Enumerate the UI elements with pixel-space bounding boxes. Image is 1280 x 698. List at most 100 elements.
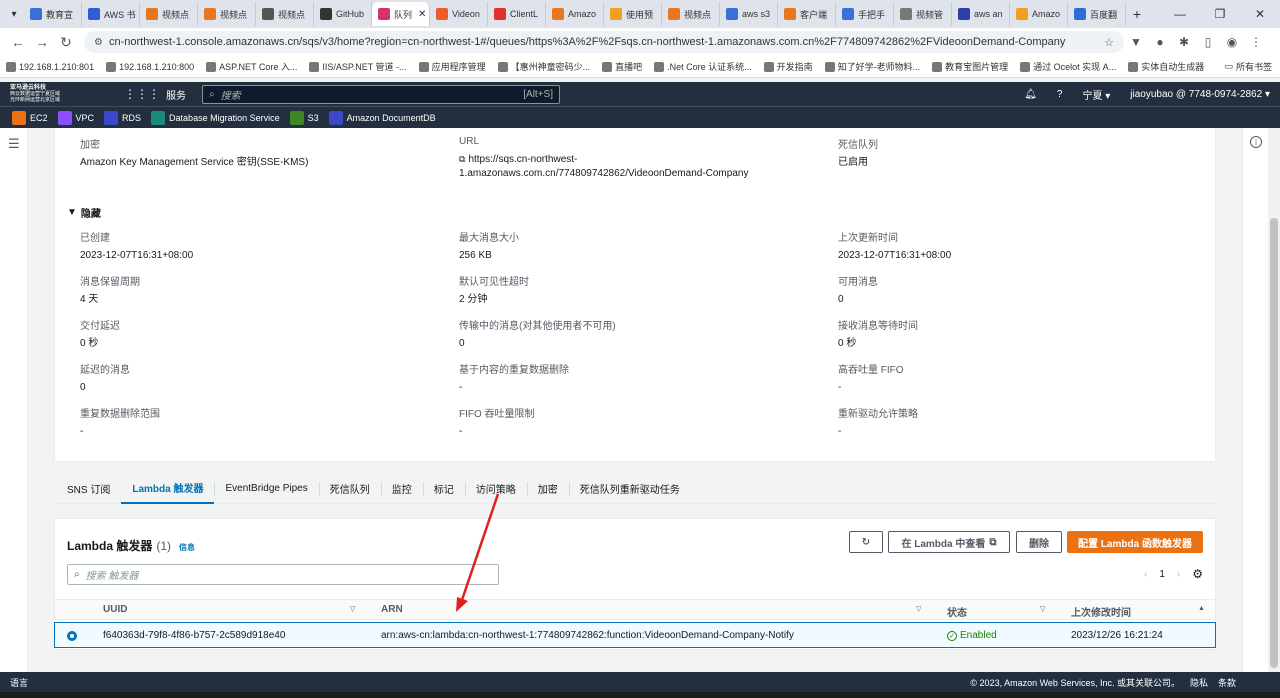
browser-tab[interactable]: 客户端 bbox=[778, 2, 836, 26]
column-status[interactable]: 状态 bbox=[947, 604, 967, 619]
browser-tab[interactable]: 百度翻 bbox=[1068, 2, 1126, 26]
browser-tab[interactable]: 使用预 bbox=[604, 2, 662, 26]
aws-logo[interactable]: 亚马逊云科技 西云数据运营宁夏区域 光环新网运营北京区域 bbox=[0, 82, 112, 106]
url-line-2[interactable]: 1.amazonaws.com.cn/774809742862/VideoonD… bbox=[459, 168, 748, 179]
extension-icon[interactable]: ● bbox=[1148, 30, 1172, 54]
console-search-input[interactable]: ⌕ 搜索 [Alt+S] bbox=[202, 84, 560, 104]
profile-icon[interactable]: ◉ bbox=[1220, 30, 1244, 54]
url-line-1[interactable]: https://sqs.cn-northwest- bbox=[468, 154, 577, 165]
bookmark-item[interactable]: 应用程序管理 bbox=[418, 60, 486, 73]
region-selector[interactable]: 宁夏 ▾ bbox=[1082, 87, 1110, 102]
bookmark-item[interactable]: 192.168.1.210:800 bbox=[106, 60, 194, 73]
info-link[interactable]: 信息 bbox=[179, 542, 195, 553]
bookmark-star-icon[interactable]: ☆ bbox=[1104, 36, 1114, 49]
configure-lambda-trigger-button[interactable]: 配置 Lambda 函数触发器 bbox=[1067, 531, 1203, 553]
panel-tab[interactable]: EventBridge Pipes bbox=[214, 474, 318, 504]
view-in-lambda-button[interactable]: 在 Lambda 中查看 ⧉ bbox=[888, 531, 1010, 553]
new-tab-button[interactable]: + bbox=[1126, 6, 1148, 22]
site-info-icon[interactable]: ⚙ bbox=[94, 37, 103, 48]
services-menu-button[interactable]: ⋮⋮⋮ 服务 bbox=[124, 87, 186, 102]
browser-tab[interactable]: 教育宣 bbox=[24, 2, 82, 26]
collapse-section-toggle[interactable]: ▼ 隐藏 bbox=[67, 205, 101, 220]
browser-tab[interactable]: Amazo bbox=[1010, 2, 1068, 26]
bookmark-item[interactable]: 实体自动生成器 bbox=[1128, 60, 1204, 73]
account-menu[interactable]: jiaoyubao @ 7748-0974-2862 ▾ bbox=[1130, 89, 1270, 100]
forward-icon[interactable]: → bbox=[30, 30, 54, 54]
info-panel-icon[interactable]: i bbox=[1250, 136, 1262, 148]
current-page[interactable]: 1 bbox=[1159, 569, 1165, 580]
browser-tab[interactable]: aws an bbox=[952, 2, 1010, 26]
page-scrollbar[interactable] bbox=[1268, 128, 1280, 672]
table-row[interactable]: f640363d-79f8-4f86-b757-2c589d918e40 arn… bbox=[54, 622, 1216, 648]
refresh-button[interactable]: ↻ bbox=[849, 531, 883, 553]
panel-tab[interactable]: 加密 bbox=[526, 474, 569, 504]
menu-icon[interactable]: ⋮ bbox=[1244, 30, 1268, 54]
bookmark-item[interactable]: 知了好学-老师物料... bbox=[824, 60, 920, 73]
bookmark-item[interactable]: 通过 Ocelot 实现 A... bbox=[1020, 60, 1116, 73]
browser-tab[interactable]: Amazo bbox=[546, 2, 604, 26]
language-selector[interactable]: 语言 bbox=[10, 676, 28, 689]
browser-tab[interactable]: 队列 ✕ bbox=[372, 2, 430, 26]
delete-button[interactable]: 删除 bbox=[1016, 531, 1062, 553]
extensions-puzzle-icon[interactable]: ✱ bbox=[1172, 30, 1196, 54]
browser-tab[interactable]: ClientL bbox=[488, 2, 546, 26]
settings-gear-icon[interactable]: ⚙ bbox=[1192, 567, 1203, 581]
panel-tab[interactable]: SNS 订阅 bbox=[56, 474, 121, 504]
row-select-radio[interactable] bbox=[67, 631, 77, 641]
panel-tab[interactable]: 死信队列重新驱动任务 bbox=[568, 474, 691, 504]
bookmark-item[interactable]: 直播吧 bbox=[602, 60, 642, 73]
sort-arn-icon[interactable]: ▽ bbox=[916, 605, 921, 613]
back-icon[interactable]: ← bbox=[6, 30, 30, 54]
bookmark-item[interactable]: 【惠州神童密码少... bbox=[497, 60, 590, 73]
extension-filter-icon[interactable]: ▼ bbox=[1124, 30, 1148, 54]
sort-uuid-icon[interactable]: ▽ bbox=[350, 605, 355, 613]
hamburger-menu-icon[interactable]: ☰ bbox=[8, 136, 20, 152]
trigger-search-input[interactable]: ⌕ 搜索 触发器 bbox=[67, 564, 499, 585]
browser-tab[interactable]: aws s3 bbox=[720, 2, 778, 26]
browser-tab[interactable]: Videon bbox=[430, 2, 488, 26]
bookmark-item[interactable]: IIS/ASP.NET 管道 -... bbox=[309, 60, 407, 73]
bookmark-item[interactable]: ASP.NET Core 入... bbox=[206, 60, 297, 73]
tab-search-icon[interactable]: ▾ bbox=[4, 4, 24, 24]
notifications-bell-icon[interactable]: 🔔︎ bbox=[1024, 89, 1037, 100]
panel-tab[interactable]: 标记 bbox=[422, 474, 465, 504]
all-bookmarks-button[interactable]: ▭ 所有书签 bbox=[1224, 60, 1272, 73]
prev-page-icon[interactable]: ‹ bbox=[1144, 569, 1147, 580]
url-field[interactable]: ⚙ cn-northwest-1.console.amazonaws.cn/sq… bbox=[84, 31, 1124, 53]
browser-tab[interactable]: AWS 书 bbox=[82, 2, 140, 26]
column-uuid[interactable]: UUID bbox=[103, 604, 127, 615]
close-tab-icon[interactable]: ✕ bbox=[418, 9, 426, 20]
close-window-icon[interactable]: ✕ bbox=[1240, 0, 1280, 28]
browser-tab[interactable]: 手把手 bbox=[836, 2, 894, 26]
browser-tab[interactable]: 视频点 bbox=[198, 2, 256, 26]
column-last-modified[interactable]: 上次修改时间 bbox=[1071, 604, 1131, 619]
next-page-icon[interactable]: › bbox=[1177, 569, 1180, 580]
column-arn[interactable]: ARN bbox=[381, 604, 403, 615]
restore-icon[interactable]: ❐ bbox=[1200, 0, 1240, 28]
copy-icon[interactable]: ⧉ bbox=[459, 154, 465, 164]
panel-tab[interactable]: 死信队列 bbox=[318, 474, 381, 504]
bookmark-item[interactable]: 192.168.1.210:801 bbox=[6, 60, 94, 73]
browser-tab[interactable]: 视频管 bbox=[894, 2, 952, 26]
help-icon[interactable]: ? bbox=[1057, 89, 1063, 100]
reload-icon[interactable]: ↻ bbox=[54, 30, 78, 54]
favorite-service[interactable]: S3 bbox=[289, 110, 319, 125]
browser-tab[interactable]: 视频点 bbox=[662, 2, 720, 26]
favorite-service[interactable]: RDS bbox=[104, 110, 141, 125]
sidebar-icon[interactable]: ▯ bbox=[1196, 30, 1220, 54]
scroll-thumb[interactable] bbox=[1270, 218, 1278, 668]
panel-tab[interactable]: Lambda 触发器 bbox=[121, 474, 215, 504]
browser-tab[interactable]: GitHub bbox=[314, 2, 372, 26]
panel-tab[interactable]: 监控 bbox=[380, 474, 423, 504]
favorite-service[interactable]: VPC bbox=[57, 110, 94, 125]
terms-link[interactable]: 条款 bbox=[1218, 676, 1236, 689]
bookmark-item[interactable]: 开发指南 bbox=[763, 60, 813, 73]
privacy-link[interactable]: 隐私 bbox=[1190, 676, 1208, 689]
bookmark-item[interactable]: .Net Core 认证系统... bbox=[654, 60, 752, 73]
browser-tab[interactable]: 视频点 bbox=[256, 2, 314, 26]
sort-modified-icon[interactable]: ▲ bbox=[1198, 605, 1205, 612]
bookmark-item[interactable]: 教育宝图片管理 bbox=[932, 60, 1008, 73]
sort-status-icon[interactable]: ▽ bbox=[1040, 605, 1045, 613]
favorite-service[interactable]: Database Migration Service bbox=[151, 110, 280, 125]
favorite-service[interactable]: EC2 bbox=[12, 110, 48, 125]
